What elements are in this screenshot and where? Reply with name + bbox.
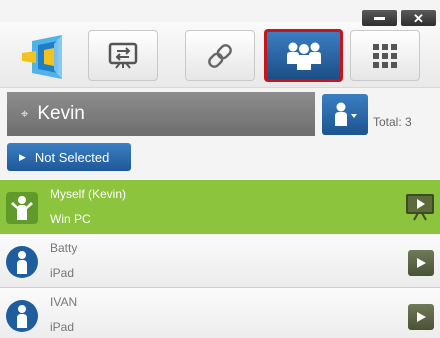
minimize-button[interactable] (362, 10, 397, 26)
user-avatar-icon (6, 300, 38, 332)
screen-share-button[interactable] (88, 30, 158, 81)
close-icon: ✕ (413, 10, 424, 26)
participant-name: IVAN (50, 295, 78, 309)
play-button[interactable] (408, 250, 434, 276)
play-icon (417, 258, 426, 268)
presentation-icon[interactable] (405, 193, 435, 221)
users-group-icon (286, 42, 321, 70)
presenter-avatar-icon (6, 192, 38, 224)
current-user-bar: ⌖ Kevin (7, 92, 315, 136)
participant-row[interactable]: Batty iPad (0, 234, 440, 288)
user-avatar-icon (6, 246, 38, 278)
participant-device: Win PC (50, 212, 91, 226)
participant-row-myself[interactable]: Myself (Kevin) Win PC (0, 180, 440, 234)
play-triangle-icon: ▶ (19, 151, 26, 162)
link-icon (208, 43, 232, 68)
app-window: ✕ ⌖ Kevin Total: 3 ▶ Not Selected Myself… (0, 0, 440, 338)
users-button[interactable] (264, 29, 343, 82)
not-selected-button[interactable]: ▶ Not Selected (7, 143, 131, 171)
participant-name: Myself (Kevin) (50, 187, 127, 201)
user-dropdown-icon (335, 102, 357, 126)
current-user-name: Kevin (37, 103, 85, 124)
users-button-face (267, 32, 340, 79)
total-count: Total: 3 (373, 115, 412, 129)
play-icon (417, 312, 426, 322)
app-logo (18, 32, 74, 82)
user-menu-button[interactable] (322, 94, 368, 135)
flag-icon: ⌖ (21, 106, 29, 121)
grid-button[interactable] (350, 30, 420, 81)
screen-arrows-icon (108, 42, 138, 69)
close-button[interactable]: ✕ (401, 10, 436, 26)
participant-device: iPad (50, 320, 75, 334)
not-selected-label: Not Selected (34, 149, 110, 165)
grid-icon (373, 43, 397, 68)
minimize-icon (374, 16, 385, 20)
participant-row[interactable]: IVAN iPad (0, 288, 440, 338)
play-button[interactable] (408, 304, 434, 330)
participant-device: iPad (50, 266, 75, 280)
participant-name: Batty (50, 241, 78, 255)
link-button[interactable] (185, 30, 255, 81)
